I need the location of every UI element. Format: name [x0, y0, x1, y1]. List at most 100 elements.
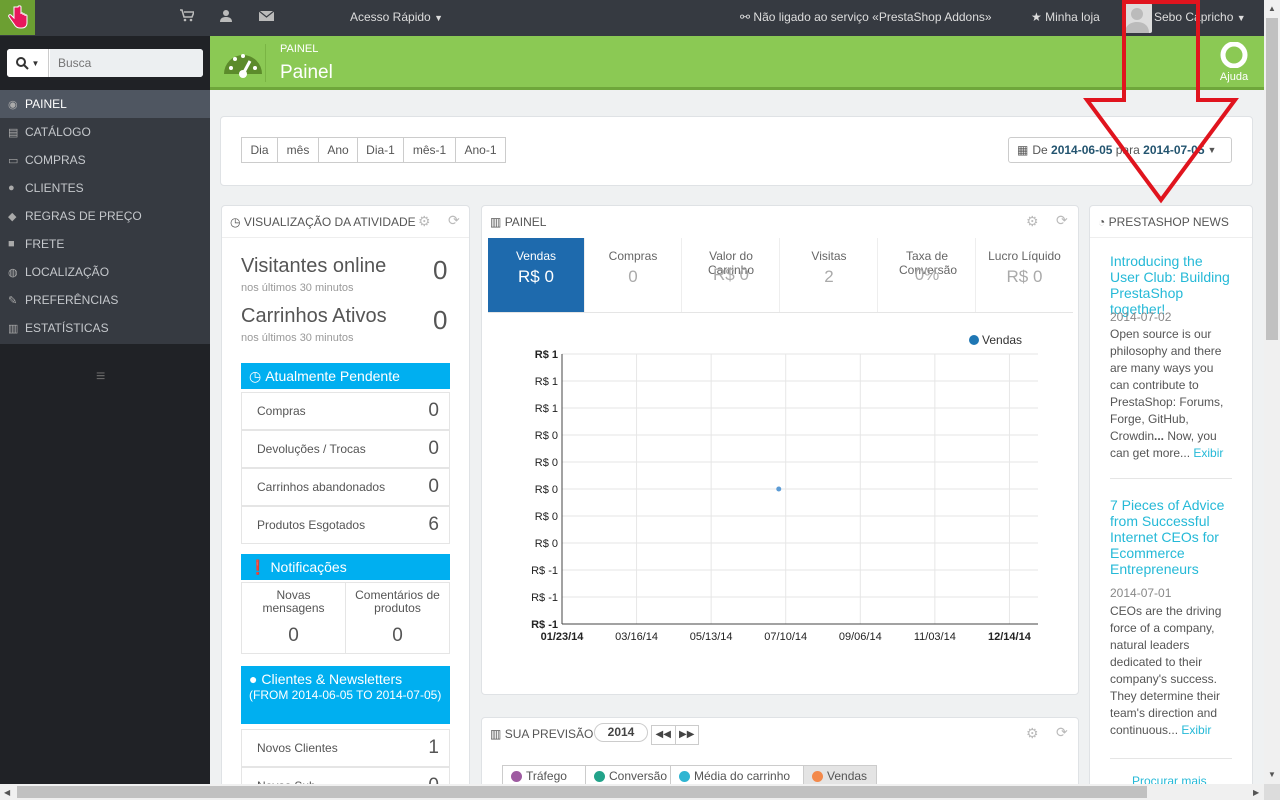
product-comments-tile[interactable]: Comentários de produtos 0	[345, 582, 450, 654]
scroll-down-icon[interactable]: ▼	[1268, 770, 1276, 779]
activity-panel-title: ◷ VISUALIZAÇÃO DA ATIVIDADE	[230, 215, 416, 229]
star-icon: ★	[1031, 10, 1042, 24]
kpi-orders[interactable]: Compras 0	[585, 238, 682, 312]
search-input[interactable]	[50, 49, 203, 77]
sidebar-item-label: CLIENTES	[25, 181, 84, 195]
list-item[interactable]: Devoluções / Trocas 0	[241, 430, 450, 468]
envelope-icon[interactable]	[258, 9, 275, 25]
news-item-date: 2014-07-01	[1110, 586, 1172, 600]
news-item-ellipsis: ...	[1154, 429, 1165, 443]
globe-icon: ◍	[8, 266, 18, 279]
tags-icon: ◆	[8, 210, 17, 223]
next-year-icon[interactable]: ▶▶	[676, 726, 699, 744]
data-point	[776, 486, 782, 492]
scroll-up-icon[interactable]: ▲	[1268, 4, 1276, 13]
news-panel-title: ◔ PRESTASHOP NEWS	[1098, 215, 1229, 229]
period-prev-year-button[interactable]: Ano-1	[455, 137, 506, 163]
y-tick-label: R$ 0	[535, 430, 558, 442]
scroll-right-icon[interactable]: ▶	[1253, 788, 1259, 797]
list-item-value: 6	[428, 514, 439, 535]
kpi-cart-value[interactable]: Valor do Carrinho R$ 0	[683, 238, 780, 312]
period-year-button[interactable]: Ano	[318, 137, 358, 163]
sidebar-item-dashboard[interactable]: ◉ PAINEL	[0, 90, 210, 118]
news-item-title[interactable]: Introducing the User Club: Building Pres…	[1110, 253, 1235, 317]
sidebar-item-label: LOCALIZAÇÃO	[25, 265, 110, 279]
list-item[interactable]: Compras 0	[241, 392, 450, 430]
list-item[interactable]: Novos Clientes 1	[241, 729, 450, 767]
sidebar-item-localization[interactable]: ◍ LOCALIZAÇÃO	[0, 258, 210, 286]
online-visitors-value: 0	[433, 255, 448, 285]
sidebar-item-label: COMPRAS	[25, 153, 86, 167]
prestashop-logo[interactable]	[0, 0, 35, 35]
hand-cursor-icon	[7, 4, 27, 28]
legend-dot	[511, 770, 522, 782]
activity-title-text: VISUALIZAÇÃO DA ATIVIDADE	[243, 215, 416, 229]
kpi-value: R$ 0	[1006, 267, 1043, 286]
y-tick-label: R$ 1	[535, 349, 558, 361]
news-item-title[interactable]: 7 Pieces of Advice from Successful Inter…	[1110, 497, 1235, 577]
period-month-button[interactable]: mês	[277, 137, 319, 163]
period-prev-month-button[interactable]: mês-1	[403, 137, 456, 163]
list-item-label: Compras	[257, 404, 306, 418]
sidebar-item-price-rules[interactable]: ◆ REGRAS DE PREÇO	[0, 202, 210, 230]
legend-label: Vendas	[827, 769, 868, 783]
collapse-menu-icon[interactable]: ≡	[96, 368, 105, 386]
customers-header: ● Clientes & Newsletters (FROM 2014-06-0…	[241, 666, 450, 724]
users-icon: ●	[8, 182, 15, 194]
vertical-scroll-thumb[interactable]	[1266, 18, 1278, 340]
list-item[interactable]: Carrinhos abandonados 0	[241, 468, 450, 506]
cart-icon[interactable]	[180, 9, 196, 25]
breadcrumb[interactable]: PAINEL	[280, 43, 318, 55]
notifications-title: Notificações	[270, 559, 347, 575]
period-day-button[interactable]: Dia	[241, 137, 278, 163]
refresh-icon[interactable]: ⟳	[1056, 724, 1068, 741]
user-icon[interactable]	[220, 9, 232, 25]
kpi-sales[interactable]: Vendas R$ 0	[488, 238, 585, 312]
search-box: ▼	[7, 49, 203, 77]
kpi-label: Compras	[608, 249, 658, 263]
new-messages-tile[interactable]: Novas mensagens 0	[241, 582, 346, 654]
news-item-text: Open source is our philosophy and there …	[1110, 326, 1235, 462]
sidebar-item-preferences[interactable]: ✎ PREFERÊNCIAS	[0, 286, 210, 314]
gear-icon[interactable]: ⚙	[1026, 213, 1039, 230]
sidebar-item-label: FRETE	[25, 237, 65, 251]
year-nav: ◀◀ ▶▶	[651, 725, 699, 745]
x-tick-label: 03/16/14	[615, 631, 658, 643]
refresh-icon[interactable]: ⟳	[448, 212, 460, 229]
horizontal-scroll-thumb[interactable]	[17, 786, 1147, 798]
clock-icon: ◷	[249, 367, 262, 384]
scroll-left-icon[interactable]: ◀	[4, 788, 10, 797]
addons-status-link[interactable]: ⚯ Não ligado ao serviço «PrestaShop Addo…	[740, 10, 992, 24]
caret-down-icon: ▼	[434, 13, 443, 23]
addons-status-label: Não ligado ao serviço «PrestaShop Addons…	[753, 10, 992, 24]
sidebar-item-catalog[interactable]: ▤ CATÁLOGO	[0, 118, 210, 146]
online-visitors-note: nos últimos 30 minutos	[241, 282, 354, 294]
gear-icon[interactable]: ⚙	[1026, 725, 1039, 742]
news-more-link[interactable]: Exibir	[1181, 723, 1211, 737]
period-prev-day-button[interactable]: Dia-1	[357, 137, 404, 163]
list-item-value: 0	[428, 400, 439, 421]
list-item[interactable]: Produtos Esgotados 6	[241, 506, 450, 544]
kpi-visits[interactable]: Visitas 2	[781, 238, 878, 312]
y-tick-label: R$ 0	[535, 484, 558, 496]
news-more-link[interactable]: Exibir	[1193, 446, 1223, 460]
clock-icon: ◷	[230, 215, 241, 229]
sidebar-item-customers[interactable]: ● CLIENTES	[0, 174, 210, 202]
refresh-icon[interactable]: ⟳	[1056, 212, 1068, 229]
range-prefix: De	[1032, 143, 1048, 157]
previous-year-icon[interactable]: ◀◀	[652, 726, 676, 744]
sidebar-item-stats[interactable]: ▥ ESTATÍSTICAS	[0, 314, 210, 342]
rss-icon: ◔	[1098, 215, 1106, 229]
gear-icon[interactable]: ⚙	[418, 213, 431, 230]
exclamation-icon: ❗	[249, 558, 267, 575]
search-type-dropdown[interactable]: ▼	[7, 49, 49, 77]
list-item-value: 0	[428, 476, 439, 497]
kpi-conversion[interactable]: Taxa de Conversão 0%	[879, 238, 976, 312]
kpi-net-profit[interactable]: Lucro Líquido R$ 0	[976, 238, 1073, 312]
customers-title: Clientes & Newsletters	[261, 671, 403, 687]
sidebar-item-orders[interactable]: ▭ COMPRAS	[0, 146, 210, 174]
sidebar-item-shipping[interactable]: ■ FRETE	[0, 230, 210, 258]
customers-subtitle: (FROM 2014-06-05 TO 2014-07-05)	[249, 688, 442, 702]
notifications-header: ❗ Notificações	[241, 554, 450, 580]
quick-access-dropdown[interactable]: Acesso Rápido ▼	[350, 10, 443, 24]
